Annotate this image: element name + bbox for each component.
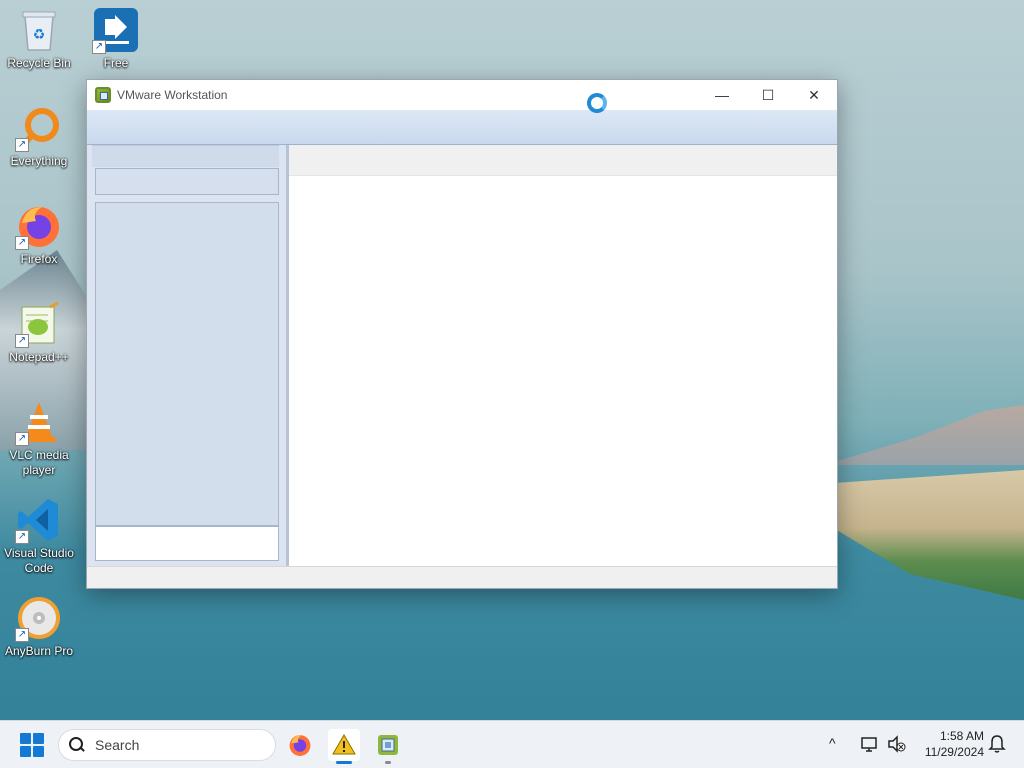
desktop-icon-free-download-manager[interactable]: ↗ Free bbox=[78, 6, 154, 71]
library-search-input[interactable] bbox=[95, 168, 279, 195]
maximize-button[interactable]: ☐ bbox=[745, 80, 791, 110]
desktop-icon-firefox[interactable]: ↗ Firefox bbox=[1, 202, 77, 267]
desktop-icon-label: AnyBurn Pro bbox=[4, 644, 74, 658]
search-icon bbox=[69, 737, 85, 753]
wallpaper-shore bbox=[834, 470, 1024, 600]
search-placeholder: Search bbox=[95, 737, 140, 753]
windows-logo-icon bbox=[20, 733, 31, 744]
recycle-bin-icon: ♻ bbox=[15, 6, 63, 54]
shortcut-arrow-icon: ↗ bbox=[15, 236, 29, 250]
sidebar-header bbox=[92, 145, 279, 167]
library-tree[interactable] bbox=[95, 202, 279, 526]
warning-icon bbox=[332, 734, 356, 755]
status-bar bbox=[87, 566, 837, 588]
desktop-icon-notepad-plus-plus[interactable]: ↗ Notepad++ bbox=[1, 300, 77, 365]
window-controls: — ☐ ✕ bbox=[699, 80, 837, 110]
close-button[interactable]: ✕ bbox=[791, 80, 837, 110]
clock[interactable]: 1:58 AM 11/29/2024 bbox=[912, 728, 984, 760]
desktop-icon-label: Free bbox=[103, 56, 129, 70]
taskbar-app-vmware[interactable] bbox=[372, 729, 404, 764]
window-title: VMware Workstation bbox=[117, 88, 228, 102]
firefox-icon bbox=[289, 735, 311, 756]
tray-overflow-chevron-icon[interactable]: ^ bbox=[829, 735, 836, 751]
desktop-icon-label: Visual Studio Code bbox=[4, 546, 74, 575]
shortcut-arrow-icon: ↗ bbox=[15, 334, 29, 348]
firefox-icon: ↗ bbox=[15, 202, 63, 250]
library-sidebar bbox=[87, 145, 287, 568]
shortcut-arrow-icon: ↗ bbox=[15, 628, 29, 642]
volume-muted-icon[interactable] bbox=[886, 734, 906, 754]
notepad-plus-plus-icon: ↗ bbox=[15, 300, 63, 348]
start-button[interactable] bbox=[20, 733, 44, 757]
shortcut-arrow-icon: ↗ bbox=[15, 138, 29, 152]
desktop-icon-everything[interactable]: ↗ Everything bbox=[1, 104, 77, 169]
desktop-icon-anyburn[interactable]: ↗ AnyBurn Pro bbox=[1, 594, 77, 659]
loading-spinner-icon bbox=[587, 93, 607, 113]
vscode-icon: ↗ bbox=[15, 496, 63, 544]
shortcut-arrow-icon: ↗ bbox=[92, 40, 106, 54]
desktop-icon-label: Notepad++ bbox=[9, 350, 69, 364]
notification-bell-icon[interactable] bbox=[988, 734, 1006, 754]
vmware-window[interactable]: VMware Workstation — ☐ ✕ bbox=[86, 79, 838, 589]
tab-strip bbox=[289, 145, 837, 176]
window-content bbox=[87, 145, 837, 568]
active-indicator bbox=[336, 761, 352, 764]
shortcut-arrow-icon: ↗ bbox=[15, 432, 29, 446]
clock-time: 1:58 AM bbox=[939, 729, 984, 743]
desktop-icon-vlc[interactable]: ↗ VLC media player bbox=[1, 398, 77, 478]
svg-text:♻: ♻ bbox=[33, 26, 46, 42]
minimize-button[interactable]: — bbox=[699, 80, 745, 110]
desktop-icon-recycle-bin[interactable]: ♻ Recycle Bin bbox=[1, 6, 77, 71]
everything-search-icon: ↗ bbox=[15, 104, 63, 152]
main-pane bbox=[289, 145, 837, 568]
vmware-workstation-icon bbox=[95, 87, 111, 103]
clock-date: 11/29/2024 bbox=[924, 745, 984, 759]
desktop-icon-vscode[interactable]: ↗ Visual Studio Code bbox=[1, 496, 77, 576]
free-download-manager-icon: ↗ bbox=[92, 6, 140, 54]
desktop-icon-label: VLC media player bbox=[9, 448, 69, 477]
wallpaper-mountain-right bbox=[824, 405, 1024, 465]
taskbar-app-firefox[interactable] bbox=[284, 729, 316, 761]
anyburn-icon: ↗ bbox=[15, 594, 63, 642]
vmware-workstation-icon bbox=[378, 735, 398, 755]
desktop-icon-label: Firefox bbox=[20, 252, 58, 266]
shortcut-arrow-icon: ↗ bbox=[15, 530, 29, 544]
network-icon[interactable] bbox=[860, 734, 880, 754]
desktop-icon-label: Recycle Bin bbox=[7, 56, 71, 70]
desktop-icon-label: Everything bbox=[10, 154, 68, 168]
taskbar: Search ^ 1:58 AM 11/29/2024 bbox=[0, 720, 1024, 768]
taskbar-app-warning[interactable] bbox=[328, 729, 360, 764]
window-titlebar[interactable]: VMware Workstation — ☐ ✕ bbox=[87, 80, 837, 113]
window-toolbar bbox=[87, 110, 837, 145]
vlc-icon: ↗ bbox=[15, 398, 63, 446]
running-indicator bbox=[385, 761, 391, 764]
taskbar-search[interactable]: Search bbox=[58, 729, 276, 761]
library-footer bbox=[95, 526, 279, 561]
